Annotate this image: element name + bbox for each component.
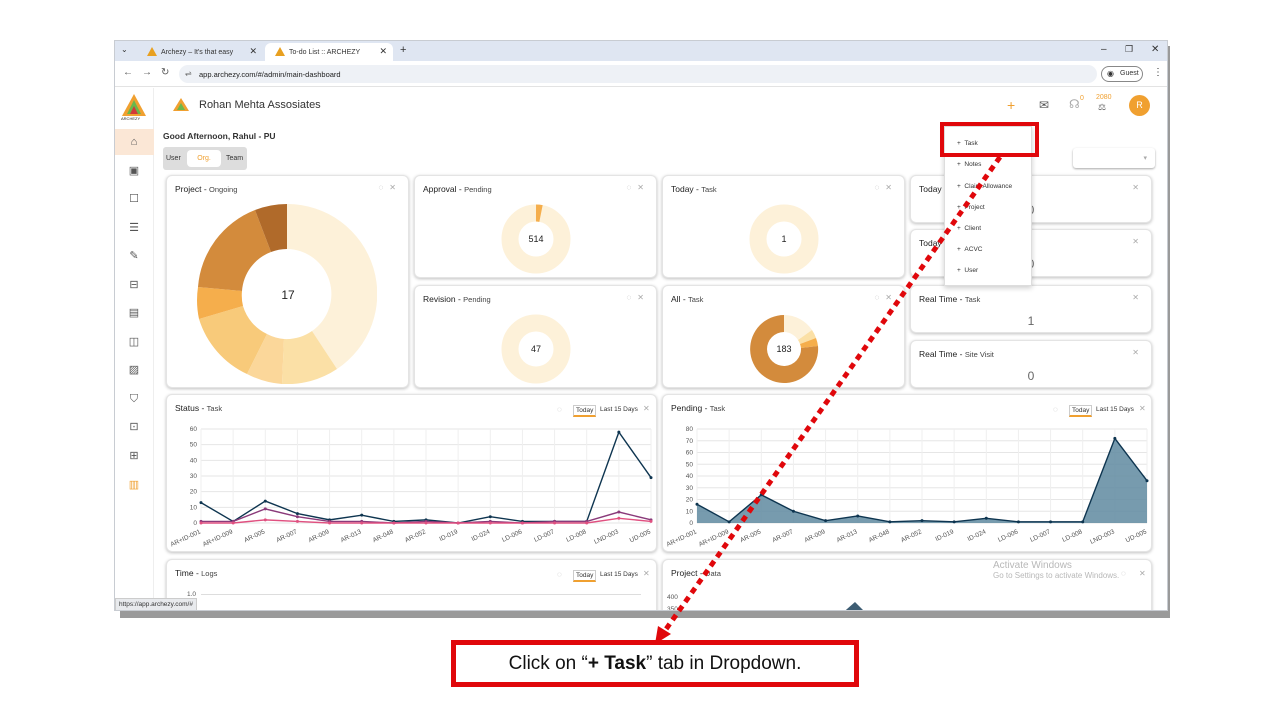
pointer-arrow [655,155,1003,644]
instruction-caption: Click on “+ Task” tab in Dropdown. [451,640,859,687]
